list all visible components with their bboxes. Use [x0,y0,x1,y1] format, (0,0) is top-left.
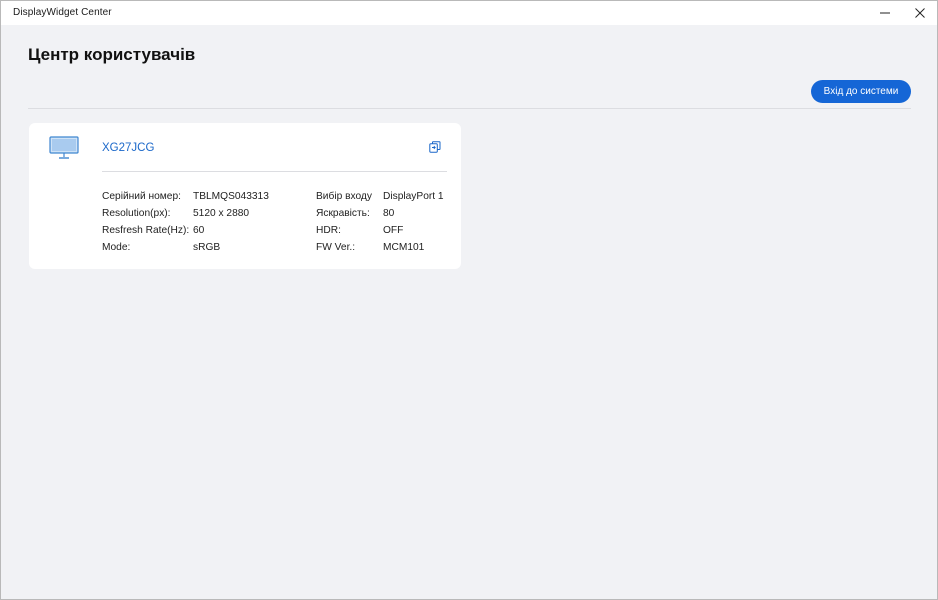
device-card: XG27JCG Серійний номер: TBLMQS043313 Res… [29,123,461,269]
card-divider [102,171,447,172]
minimize-button[interactable] [867,1,903,25]
info-value: DisplayPort 1 [383,191,444,202]
app-title: DisplayWidget Center [13,7,112,18]
app-window: DisplayWidget Center Центр користувачів … [0,0,938,600]
info-value: MCM101 [383,242,425,253]
info-label: HDR: [316,225,341,236]
close-icon [915,8,925,18]
monitor-icon [49,136,79,159]
login-button[interactable]: Вхід до системи [811,80,911,103]
info-label: Вибір входу [316,191,372,202]
info-value: OFF [383,225,404,236]
info-value: sRGB [193,242,221,253]
info-value: 80 [383,208,395,219]
page-title: Центр користувачів [28,45,196,64]
close-button[interactable] [902,1,938,25]
minimize-icon [880,12,890,14]
info-value: TBLMQS043313 [193,191,269,202]
title-bar: DisplayWidget Center [1,1,937,25]
info-label: Resfresh Rate(Hz): [102,225,190,236]
info-label: Mode: [102,242,131,253]
info-label: FW Ver.: [316,242,356,253]
device-model-name[interactable]: XG27JCG [102,142,154,154]
main-content: Центр користувачів Вхід до системи XG27J… [1,25,937,599]
info-label: Серійний номер: [102,191,181,202]
info-label: Яскравість: [316,208,370,219]
info-value: 5120 x 2880 [193,208,250,219]
header-divider [28,108,911,109]
info-label: Resolution(px): [102,208,171,219]
copy-icon[interactable] [429,141,441,153]
info-value: 60 [193,225,205,236]
